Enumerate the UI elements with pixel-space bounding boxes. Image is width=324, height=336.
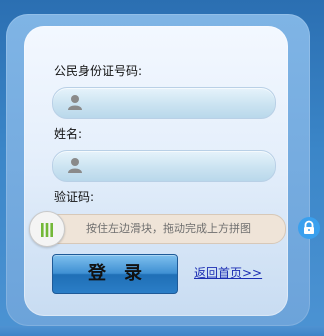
slider-handle-icon	[40, 222, 54, 237]
user-icon	[67, 157, 83, 173]
lock-icon	[298, 217, 320, 239]
id-number-field[interactable]	[52, 87, 276, 120]
slider-captcha-hint: 按住左边滑块，拖动完成上方拼图	[86, 222, 251, 235]
name-field[interactable]	[52, 150, 276, 183]
id-number-label: 公民身份证号码:	[54, 64, 143, 78]
name-input[interactable]	[93, 151, 269, 183]
bottom-strip	[0, 326, 324, 336]
user-icon	[67, 94, 83, 110]
name-label: 姓名:	[54, 127, 83, 141]
captcha-label: 验证码:	[54, 190, 95, 204]
login-button[interactable]: 登录	[52, 254, 178, 294]
slider-captcha-handle[interactable]	[29, 211, 65, 247]
id-number-input[interactable]	[93, 88, 269, 120]
return-home-link[interactable]: 返回首页>>	[194, 266, 262, 280]
